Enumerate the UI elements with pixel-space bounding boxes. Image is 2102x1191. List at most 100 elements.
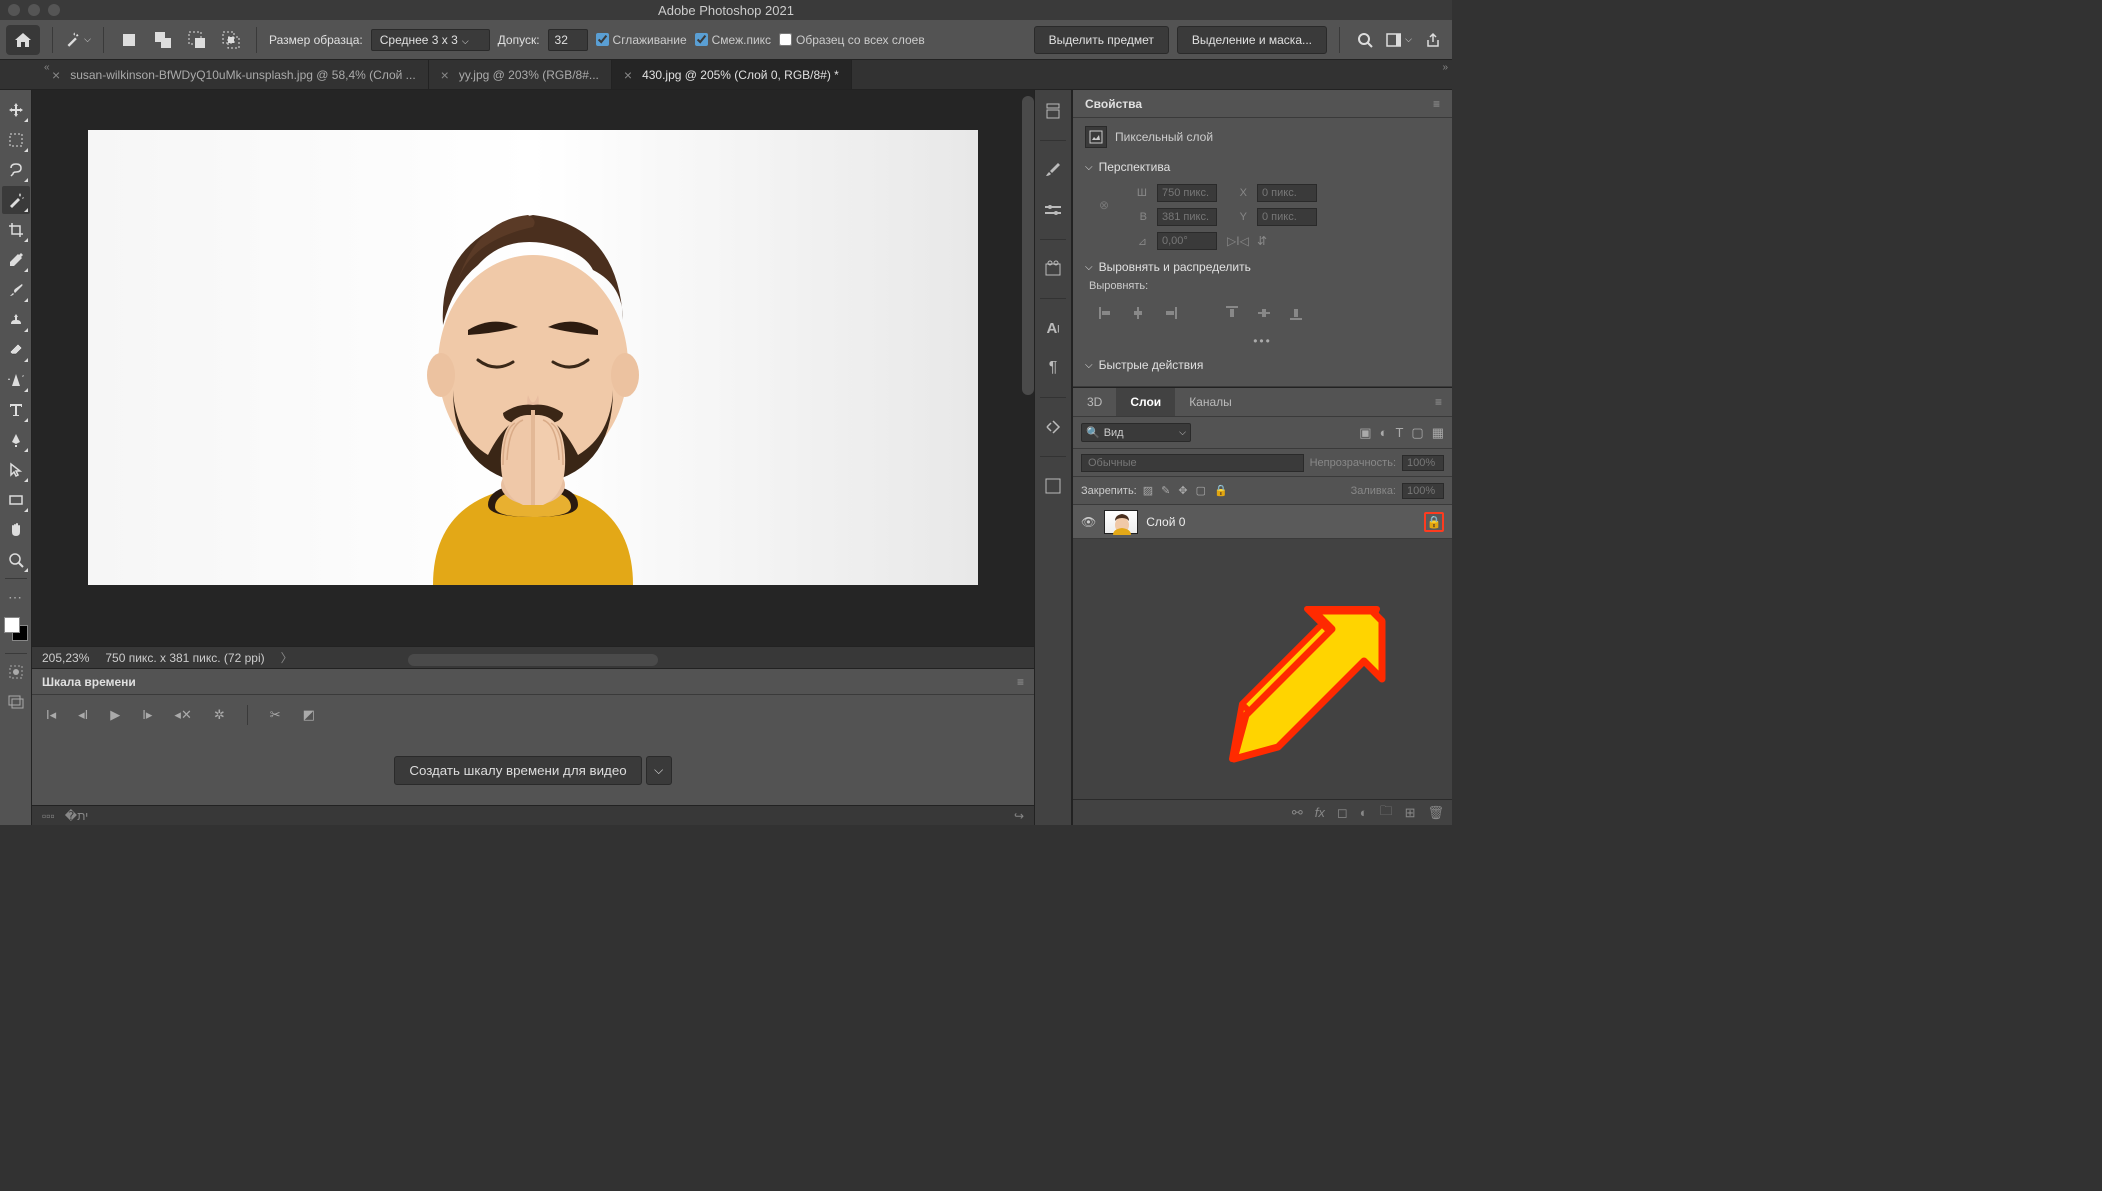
maximize-window-icon[interactable] bbox=[48, 4, 60, 16]
timeline-zoom-out-icon[interactable]: �ית bbox=[65, 809, 88, 823]
panel-menu-icon[interactable]: ≡ bbox=[1433, 97, 1440, 111]
align-left-icon[interactable] bbox=[1095, 302, 1117, 324]
sample-size-select[interactable]: Среднее 3 x 3⌵ bbox=[371, 29, 490, 51]
transition-icon[interactable]: ◩ bbox=[303, 707, 315, 723]
width-input[interactable] bbox=[1157, 184, 1217, 202]
marquee-tool[interactable] bbox=[2, 126, 30, 154]
properties-panel-title[interactable]: Свойства bbox=[1085, 97, 1142, 111]
align-bottom-icon[interactable] bbox=[1285, 302, 1307, 324]
home-button[interactable] bbox=[6, 25, 40, 55]
type-tool[interactable] bbox=[2, 396, 30, 424]
tab-layers[interactable]: Слои bbox=[1116, 388, 1175, 416]
create-video-timeline-button[interactable]: Создать шкалу времени для видео bbox=[394, 756, 641, 785]
delete-layer-icon[interactable]: 🗑 bbox=[1427, 805, 1444, 821]
lock-transparency-icon[interactable]: ▨ bbox=[1143, 484, 1153, 497]
filter-shape-icon[interactable]: ▢ bbox=[1411, 425, 1423, 441]
horizontal-scrollbar[interactable] bbox=[408, 654, 658, 666]
play-icon[interactable]: ▶ bbox=[110, 707, 120, 723]
align-right-icon[interactable] bbox=[1159, 302, 1181, 324]
opacity-input[interactable] bbox=[1402, 455, 1444, 471]
vertical-scrollbar[interactable] bbox=[1022, 96, 1034, 640]
tab-channels[interactable]: Каналы bbox=[1175, 388, 1246, 416]
new-group-icon[interactable]: 🗀 bbox=[1380, 802, 1393, 824]
flip-vertical-icon[interactable]: ⇵ bbox=[1257, 234, 1317, 248]
timeline-frame-mode-icon[interactable]: ▫▫▫ bbox=[42, 809, 55, 823]
split-clip-icon[interactable]: ✂ bbox=[270, 707, 281, 723]
filter-pixel-icon[interactable]: ▣ bbox=[1359, 425, 1371, 441]
layer-filter-select[interactable]: 🔍Вид⌵ bbox=[1081, 423, 1191, 442]
search-icon[interactable] bbox=[1352, 27, 1378, 53]
minimize-window-icon[interactable] bbox=[28, 4, 40, 16]
blend-mode-select[interactable]: Обычные bbox=[1081, 454, 1304, 472]
document-info[interactable]: 750 пикс. x 381 пикс. (72 ppi) bbox=[105, 651, 264, 665]
lock-all-icon[interactable]: 🔒 bbox=[1214, 484, 1228, 497]
align-center-h-icon[interactable] bbox=[1127, 302, 1149, 324]
contiguous-checkbox[interactable]: Смеж.пикс bbox=[695, 33, 771, 47]
selection-new-icon[interactable] bbox=[116, 27, 142, 53]
path-selection-tool[interactable] bbox=[2, 456, 30, 484]
selection-add-icon[interactable] bbox=[150, 27, 176, 53]
eraser-tool[interactable] bbox=[2, 336, 30, 364]
close-tab-icon[interactable]: × bbox=[52, 67, 60, 83]
layer-effects-icon[interactable]: fx bbox=[1315, 805, 1325, 820]
magic-wand-tool[interactable] bbox=[2, 186, 30, 214]
chevron-right-icon[interactable]: 〉 bbox=[281, 649, 293, 666]
height-input[interactable] bbox=[1157, 208, 1217, 226]
angle-input[interactable] bbox=[1157, 232, 1217, 250]
more-options-icon[interactable]: ••• bbox=[1085, 330, 1440, 352]
y-input[interactable] bbox=[1257, 208, 1317, 226]
link-layers-icon[interactable]: ⚯ bbox=[1292, 805, 1303, 821]
new-layer-icon[interactable]: ⊞ bbox=[1405, 805, 1416, 821]
panel-menu-icon[interactable]: ≡ bbox=[1435, 395, 1442, 409]
history-panel-icon[interactable] bbox=[1042, 100, 1064, 122]
zoom-level[interactable]: 205,23% bbox=[42, 651, 89, 665]
close-window-icon[interactable] bbox=[8, 4, 20, 16]
timeline-create-dropdown[interactable]: ⌵ bbox=[646, 756, 672, 785]
lock-artboard-icon[interactable]: ▢ bbox=[1196, 484, 1206, 497]
crop-tool[interactable] bbox=[2, 216, 30, 244]
x-input[interactable] bbox=[1257, 184, 1317, 202]
close-tab-icon[interactable]: × bbox=[441, 67, 449, 83]
eyedropper-tool[interactable] bbox=[2, 246, 30, 274]
pen-tool[interactable] bbox=[2, 426, 30, 454]
quick-actions-header[interactable]: Быстрые действия bbox=[1085, 352, 1440, 378]
brush-tool[interactable] bbox=[2, 276, 30, 304]
layer-name[interactable]: Слой 0 bbox=[1146, 515, 1185, 529]
screen-mode-icon[interactable] bbox=[2, 688, 30, 716]
selection-subtract-icon[interactable] bbox=[184, 27, 210, 53]
timeline-render-icon[interactable]: ↪ bbox=[1014, 809, 1024, 823]
next-frame-icon[interactable]: I▸ bbox=[142, 707, 152, 723]
go-to-first-frame-icon[interactable]: I◂ bbox=[46, 707, 56, 723]
selection-intersect-icon[interactable] bbox=[218, 27, 244, 53]
flip-horizontal-icon[interactable]: ▷I◁ bbox=[1227, 234, 1247, 248]
workspace-switcher-icon[interactable]: ⌵ bbox=[1386, 27, 1412, 53]
close-tab-icon[interactable]: × bbox=[624, 67, 632, 83]
align-center-v-icon[interactable] bbox=[1253, 302, 1275, 324]
quick-mask-icon[interactable] bbox=[2, 658, 30, 686]
transform-section-header[interactable]: Перспектива bbox=[1085, 154, 1440, 180]
zoom-tool[interactable] bbox=[2, 546, 30, 574]
paragraph-panel-icon[interactable]: ¶ bbox=[1042, 357, 1064, 379]
tab-3d[interactable]: 3D bbox=[1073, 388, 1116, 416]
document-tab-active[interactable]: ×430.jpg @ 205% (Слой 0, RGB/8#) * bbox=[612, 60, 852, 89]
document-tab[interactable]: ×susan-wilkinson-BfWDyQ10uMk-unsplash.jp… bbox=[40, 60, 429, 89]
tolerance-input[interactable] bbox=[548, 29, 588, 51]
brushes-panel-icon[interactable] bbox=[1042, 159, 1064, 181]
layer-item[interactable]: 👁 Слой 0 🔒 bbox=[1073, 505, 1452, 539]
magic-wand-tool-icon[interactable]: ⌵ bbox=[65, 27, 91, 53]
lock-position-icon[interactable]: ✥ bbox=[1178, 484, 1187, 497]
lasso-tool[interactable] bbox=[2, 156, 30, 184]
layer-mask-icon[interactable]: ◻ bbox=[1337, 805, 1348, 821]
select-subject-button[interactable]: Выделить предмет bbox=[1034, 26, 1169, 54]
libraries-panel-icon[interactable] bbox=[1042, 258, 1064, 280]
visibility-toggle-icon[interactable]: 👁 bbox=[1081, 515, 1096, 529]
previous-frame-icon[interactable]: ◂I bbox=[78, 707, 88, 723]
canvas-area[interactable] bbox=[32, 90, 1034, 646]
timeline-settings-icon[interactable]: ✲ bbox=[214, 707, 225, 723]
align-top-icon[interactable] bbox=[1221, 302, 1243, 324]
clone-stamp-tool[interactable] bbox=[2, 306, 30, 334]
character-panel-icon[interactable]: A| bbox=[1042, 317, 1064, 339]
expand-panels-left-icon[interactable]: « bbox=[44, 62, 50, 73]
layer-thumbnail[interactable] bbox=[1104, 510, 1138, 534]
anti-alias-checkbox[interactable]: Сглаживание bbox=[596, 33, 687, 47]
